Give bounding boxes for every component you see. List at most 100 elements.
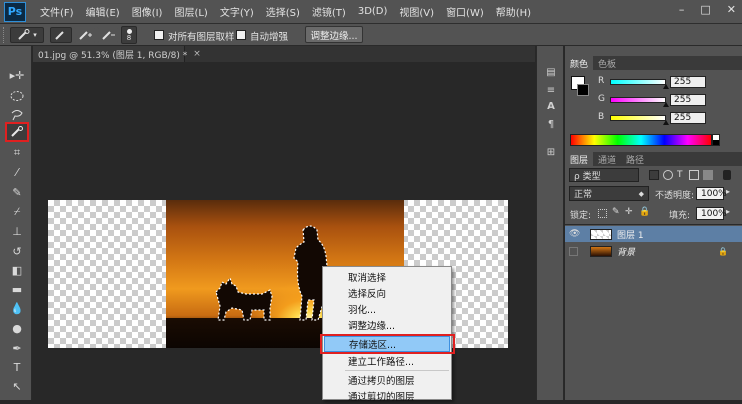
eyedropper-tool-icon[interactable]: ⁄ bbox=[7, 163, 27, 181]
adjustments-panel-icon[interactable]: ⊞ bbox=[542, 144, 560, 160]
menu-item-feather[interactable]: 羽化... bbox=[324, 301, 450, 317]
menu-type[interactable]: 文字(Y) bbox=[220, 4, 254, 19]
fill-field[interactable]: 100% bbox=[696, 207, 727, 220]
auto-enhance-checkbox[interactable] bbox=[236, 30, 246, 40]
menu-item-deselect[interactable]: 取消选择 bbox=[324, 269, 450, 285]
quick-selection-icon bbox=[18, 29, 30, 40]
clone-stamp-tool-icon[interactable]: ⊥ bbox=[7, 222, 27, 240]
filter-toggle-icon[interactable] bbox=[723, 170, 731, 180]
lock-transparent-icon[interactable] bbox=[598, 209, 607, 218]
menu-edit[interactable]: 编辑(E) bbox=[86, 4, 120, 19]
red-value-field[interactable]: 255 bbox=[670, 76, 706, 88]
blue-slider[interactable] bbox=[610, 115, 666, 121]
pen-tool-icon[interactable]: ✒ bbox=[7, 339, 27, 357]
subtract-from-selection-mode-button[interactable] bbox=[97, 27, 119, 43]
visibility-eye-icon[interactable]: 👁 bbox=[569, 229, 583, 239]
path-selection-tool-icon[interactable]: ↖ bbox=[7, 377, 27, 395]
lock-image-icon[interactable]: ✎ bbox=[612, 207, 620, 217]
gradient-tool-icon[interactable]: ▬ bbox=[7, 280, 27, 298]
tab-swatches[interactable]: 色板 bbox=[593, 56, 621, 70]
color-spectrum-ramp[interactable] bbox=[570, 134, 712, 146]
document-tab[interactable]: 01.jpg @ 51.3% (图层 1, RGB/8) * × bbox=[33, 46, 201, 62]
blend-mode-dropdown[interactable]: 正常 ◆ bbox=[569, 186, 649, 201]
filter-pixel-icon[interactable] bbox=[649, 170, 659, 180]
fill-value: 100% bbox=[701, 208, 727, 219]
blue-value-field[interactable]: 255 bbox=[670, 112, 706, 124]
layer-row-layer-1[interactable]: 👁 图层 1 bbox=[565, 226, 742, 242]
close-icon[interactable]: ✕ bbox=[727, 3, 736, 16]
move-tool-icon[interactable]: ▸✛ bbox=[7, 66, 27, 84]
crop-tool-icon[interactable]: ⌗ bbox=[7, 144, 27, 162]
menu-file[interactable]: 文件(F) bbox=[40, 4, 74, 19]
tools-panel: ▸✛ ⌗ ⁄ ✎ ⌿ ⊥ ↺ ◧ ▬ 💧 ● ✒ T ↖ bbox=[0, 46, 32, 400]
tab-paths[interactable]: 路径 bbox=[621, 152, 649, 166]
green-value-field[interactable]: 255 bbox=[670, 94, 706, 106]
red-slider[interactable] bbox=[610, 79, 666, 85]
layer-row-background[interactable]: 背景 🔒 bbox=[565, 243, 742, 259]
type-tool-icon[interactable]: T bbox=[7, 358, 27, 376]
filter-adjustment-icon[interactable] bbox=[663, 170, 673, 180]
fill-chevron-icon[interactable]: ▸ bbox=[726, 207, 730, 216]
history-panel-icon[interactable]: ▤ bbox=[542, 64, 560, 80]
menu-help[interactable]: 帮助(H) bbox=[496, 4, 531, 19]
marquee-tool-icon[interactable] bbox=[7, 87, 27, 105]
menu-window[interactable]: 窗口(W) bbox=[446, 4, 484, 19]
healing-brush-tool-icon[interactable]: ✎ bbox=[7, 183, 27, 201]
paragraph-panel-icon[interactable]: ¶ bbox=[542, 116, 560, 132]
filter-type-icon[interactable]: T bbox=[677, 170, 683, 180]
menu-layer[interactable]: 图层(L) bbox=[174, 4, 207, 19]
menu-item-make-work-path[interactable]: 建立工作路径... bbox=[324, 353, 450, 369]
menu-image[interactable]: 图像(I) bbox=[132, 4, 163, 19]
blue-slider-thumb[interactable] bbox=[663, 120, 669, 125]
options-bar: ▾ 8 对所有图层取样 自动增强 bbox=[0, 24, 742, 46]
tab-color[interactable]: 颜色 bbox=[565, 56, 594, 70]
tab-channels[interactable]: 通道 bbox=[593, 152, 621, 166]
red-slider-thumb[interactable] bbox=[663, 84, 669, 89]
menu-item-select-inverse[interactable]: 选择反向 bbox=[324, 285, 450, 301]
black-white-ramp[interactable] bbox=[712, 134, 720, 146]
minimize-icon[interactable]: – bbox=[679, 3, 685, 16]
menu-view[interactable]: 视图(V) bbox=[399, 4, 434, 19]
tab-layers[interactable]: 图层 bbox=[565, 152, 594, 166]
history-brush-tool-icon[interactable]: ↺ bbox=[7, 242, 27, 260]
filter-shape-icon[interactable] bbox=[689, 170, 699, 180]
lock-position-icon[interactable]: ✛ bbox=[625, 207, 633, 217]
sample-all-layers-label: 对所有图层取样 bbox=[168, 32, 235, 43]
restore-icon[interactable]: □ bbox=[700, 3, 710, 16]
menu-select[interactable]: 选择(S) bbox=[266, 4, 300, 19]
green-slider[interactable] bbox=[610, 97, 666, 103]
lock-all-icon[interactable]: 🔒 bbox=[639, 207, 650, 217]
blur-tool-icon[interactable]: 💧 bbox=[7, 299, 27, 317]
dodge-tool-icon[interactable]: ● bbox=[7, 319, 27, 337]
opacity-chevron-icon[interactable]: ▸ bbox=[726, 187, 730, 196]
layer-filter-dropdown[interactable]: ρ 类型 bbox=[569, 168, 639, 182]
collapsed-panels-strip: ▤ ≡ A ¶ ⊞ bbox=[536, 46, 564, 400]
menu-filter[interactable]: 滤镜(T) bbox=[312, 4, 346, 19]
sample-all-layers-checkbox[interactable] bbox=[154, 30, 164, 40]
new-selection-mode-button[interactable] bbox=[50, 27, 72, 43]
red-slider-row: R 255 bbox=[565, 76, 742, 90]
visibility-toggle[interactable] bbox=[569, 246, 578, 256]
close-tab-icon[interactable]: × bbox=[193, 49, 201, 59]
menu-item-refine-edge[interactable]: 调整边缘... bbox=[324, 317, 450, 333]
menu-3d[interactable]: 3D(D) bbox=[358, 6, 388, 17]
red-label: R bbox=[598, 76, 605, 86]
color-panel-tabs: 颜色 色板 bbox=[565, 56, 742, 70]
options-grip bbox=[3, 27, 5, 43]
refine-edge-button[interactable]: 调整边缘... bbox=[305, 26, 363, 43]
layer-name: 图层 1 bbox=[617, 230, 644, 241]
menu-item-layer-via-copy[interactable]: 通过拷贝的图层 bbox=[324, 372, 450, 388]
menu-item-layer-via-cut[interactable]: 通过剪切的图层 bbox=[324, 388, 450, 404]
filter-smart-object-icon[interactable] bbox=[703, 170, 713, 180]
character-panel-icon[interactable]: A bbox=[542, 98, 560, 114]
properties-panel-icon[interactable]: ≡ bbox=[542, 82, 560, 98]
add-to-selection-mode-button[interactable] bbox=[74, 27, 96, 43]
tool-preset-picker[interactable]: ▾ bbox=[10, 27, 44, 43]
opacity-field[interactable]: 100% bbox=[696, 187, 727, 200]
quick-selection-tool-icon[interactable] bbox=[5, 122, 29, 142]
green-slider-thumb[interactable] bbox=[663, 102, 669, 107]
brush-size-picker[interactable]: 8 bbox=[121, 26, 137, 44]
brush-tool-icon[interactable]: ⌿ bbox=[7, 203, 27, 221]
eraser-tool-icon[interactable]: ◧ bbox=[7, 261, 27, 279]
opacity-value: 100% bbox=[701, 188, 727, 199]
